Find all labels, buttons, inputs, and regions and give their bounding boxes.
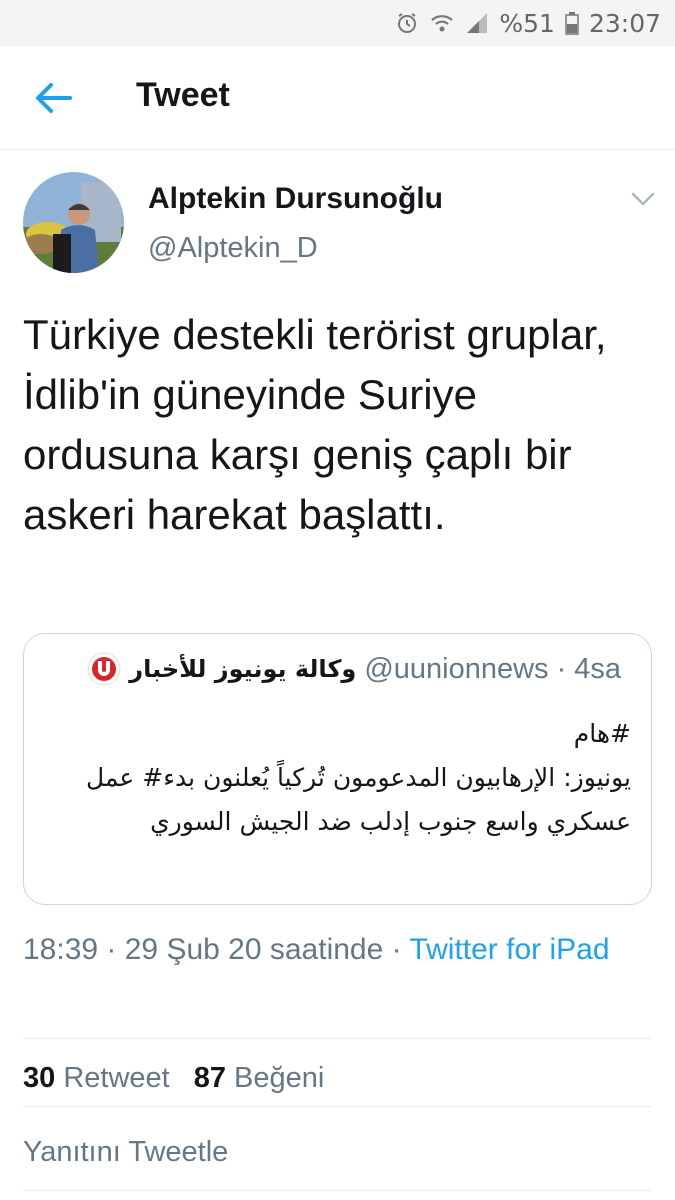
alarm-icon — [398, 13, 417, 33]
reply-input[interactable]: Yanıtını Tweetle — [23, 1136, 228, 1169]
tweet-time: 18:39 — [23, 933, 99, 966]
clock: 23:07 — [588, 8, 661, 38]
avatar[interactable] — [23, 172, 124, 273]
likes-stat[interactable]: 87 Beğeni — [194, 1062, 325, 1095]
likes-label: Beğeni — [234, 1062, 325, 1094]
author-handle[interactable]: @Alptekin_D — [148, 232, 318, 265]
retweets-stat[interactable]: 30 Retweet — [23, 1062, 170, 1095]
author-name[interactable]: Alptekin Dursunoğlu — [148, 182, 443, 216]
divider — [23, 1038, 652, 1039]
quoted-tweet-body: #هام يونيوز: الإرهابيون المدعومون تُركيا… — [44, 712, 631, 844]
quoted-author-name: وكالة يونيوز للأخبار — [129, 655, 357, 683]
chevron-down-icon[interactable] — [630, 190, 656, 208]
retweets-label: Retweet — [63, 1062, 170, 1094]
quoted-tweet-header: وكالة يونيوز للأخبار @uunionnews · 4sa — [87, 652, 621, 686]
quoted-tweet-text: يونيوز: الإرهابيون المدعومون تُركياً يُع… — [86, 763, 631, 836]
tweet-source-link[interactable]: Twitter for iPad — [409, 933, 609, 966]
app-bar: Tweet — [0, 46, 675, 150]
retweets-count: 30 — [23, 1062, 56, 1094]
signal-icon — [467, 13, 488, 33]
divider — [23, 1190, 652, 1191]
quoted-tweet[interactable]: وكالة يونيوز للأخبار @uunionnews · 4sa #… — [23, 633, 652, 905]
back-arrow-icon[interactable] — [34, 80, 72, 116]
tweet-date: 29 Şub 20 saatinde — [124, 933, 384, 966]
tweet-text: Türkiye destekli terörist gruplar, İdlib… — [23, 311, 607, 538]
quoted-author-handle: @uunionnews — [364, 652, 549, 685]
tweet-stats: 30 Retweet 87 Beğeni — [23, 1062, 324, 1095]
separator-dot: · — [391, 933, 410, 966]
battery-icon — [565, 12, 579, 35]
battery-percent: %51 — [499, 8, 555, 38]
tweet-meta: 18:39 · 29 Şub 20 saatinde · Twitter for… — [23, 928, 653, 972]
separator-dot: · — [106, 933, 125, 966]
wifi-icon — [431, 15, 454, 32]
divider — [23, 1106, 652, 1107]
quoted-tweet-age: 4sa — [574, 652, 621, 685]
likes-count: 87 — [193, 1062, 226, 1094]
separator-dot: · — [556, 652, 567, 685]
status-bar: %51 23:07 — [0, 0, 675, 46]
uunion-logo-icon — [87, 652, 121, 686]
quoted-hashtag-line: #هام — [573, 719, 631, 748]
page-title: Tweet — [136, 76, 230, 114]
